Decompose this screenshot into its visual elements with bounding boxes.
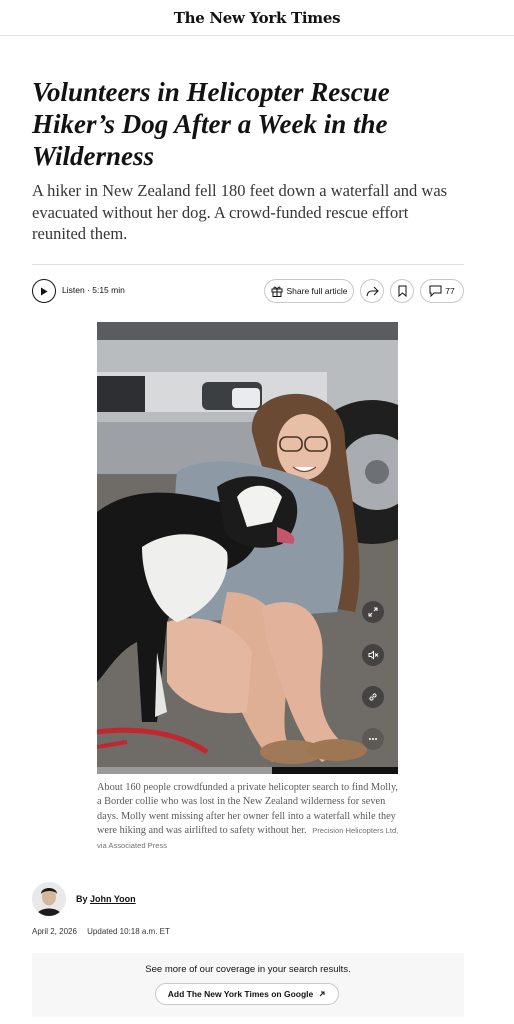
author-link[interactable]: John Yoon (90, 894, 136, 904)
article-dates: April 2, 2026 Updated 10:18 a.m. ET (32, 927, 170, 936)
listen-label[interactable]: Listen · 5:15 min (62, 285, 125, 295)
search-promo-box: See more of our coverage in your search … (32, 953, 464, 1017)
save-button[interactable] (390, 279, 414, 303)
share-button[interactable] (360, 279, 384, 303)
gift-icon (271, 286, 283, 297)
listen-button[interactable] (32, 279, 56, 303)
comment-bubble-icon (429, 285, 442, 297)
mute-icon (368, 650, 378, 660)
promo-text: See more of our coverage in your search … (145, 964, 351, 975)
masthead: The New York Times (0, 0, 514, 36)
video-progress-bar[interactable] (97, 767, 398, 774)
author-portrait-icon (32, 882, 66, 916)
image-caption: About 160 people crowdfunded a private h… (97, 781, 402, 853)
byline-text: By John Yoon (76, 894, 136, 904)
add-nyt-on-google-button[interactable]: Add The New York Times on Google (155, 983, 339, 1005)
comments-button[interactable]: 77 (420, 279, 464, 303)
byline-prefix: By (76, 894, 91, 904)
updated-time: Updated 10:18 a.m. ET (87, 927, 170, 936)
expand-icon (368, 607, 378, 617)
external-arrow-icon (319, 991, 325, 997)
more-options-button[interactable] (362, 728, 384, 750)
article-video[interactable] (97, 322, 398, 774)
share-arrow-icon (366, 286, 379, 296)
link-icon (369, 693, 377, 701)
nyt-logo[interactable]: The New York Times (174, 9, 341, 27)
share-full-article-button[interactable]: Share full article (264, 279, 354, 303)
comment-count: 77 (445, 286, 455, 296)
expand-video-button[interactable] (362, 601, 384, 623)
toolbar-divider (32, 264, 464, 265)
article-toolbar: Listen · 5:15 min Share full article 77 (32, 279, 464, 305)
more-icon (369, 738, 377, 740)
share-full-label: Share full article (286, 286, 348, 296)
mute-video-button[interactable] (362, 644, 384, 666)
promo-button-label: Add The New York Times on Google (167, 989, 314, 999)
published-date: April 2, 2026 (32, 927, 77, 936)
video-frame-illustration (97, 322, 398, 774)
article-headline: Volunteers in Helicopter Rescue Hiker’s … (32, 77, 390, 171)
author-avatar[interactable] (32, 882, 66, 916)
video-progress-fill (97, 767, 272, 774)
byline: By John Yoon (32, 882, 136, 916)
bookmark-icon (398, 285, 406, 297)
copy-link-button[interactable] (362, 686, 384, 708)
play-icon (41, 287, 48, 295)
article-summary: A hiker in New Zealand fell 180 feet dow… (32, 181, 448, 243)
